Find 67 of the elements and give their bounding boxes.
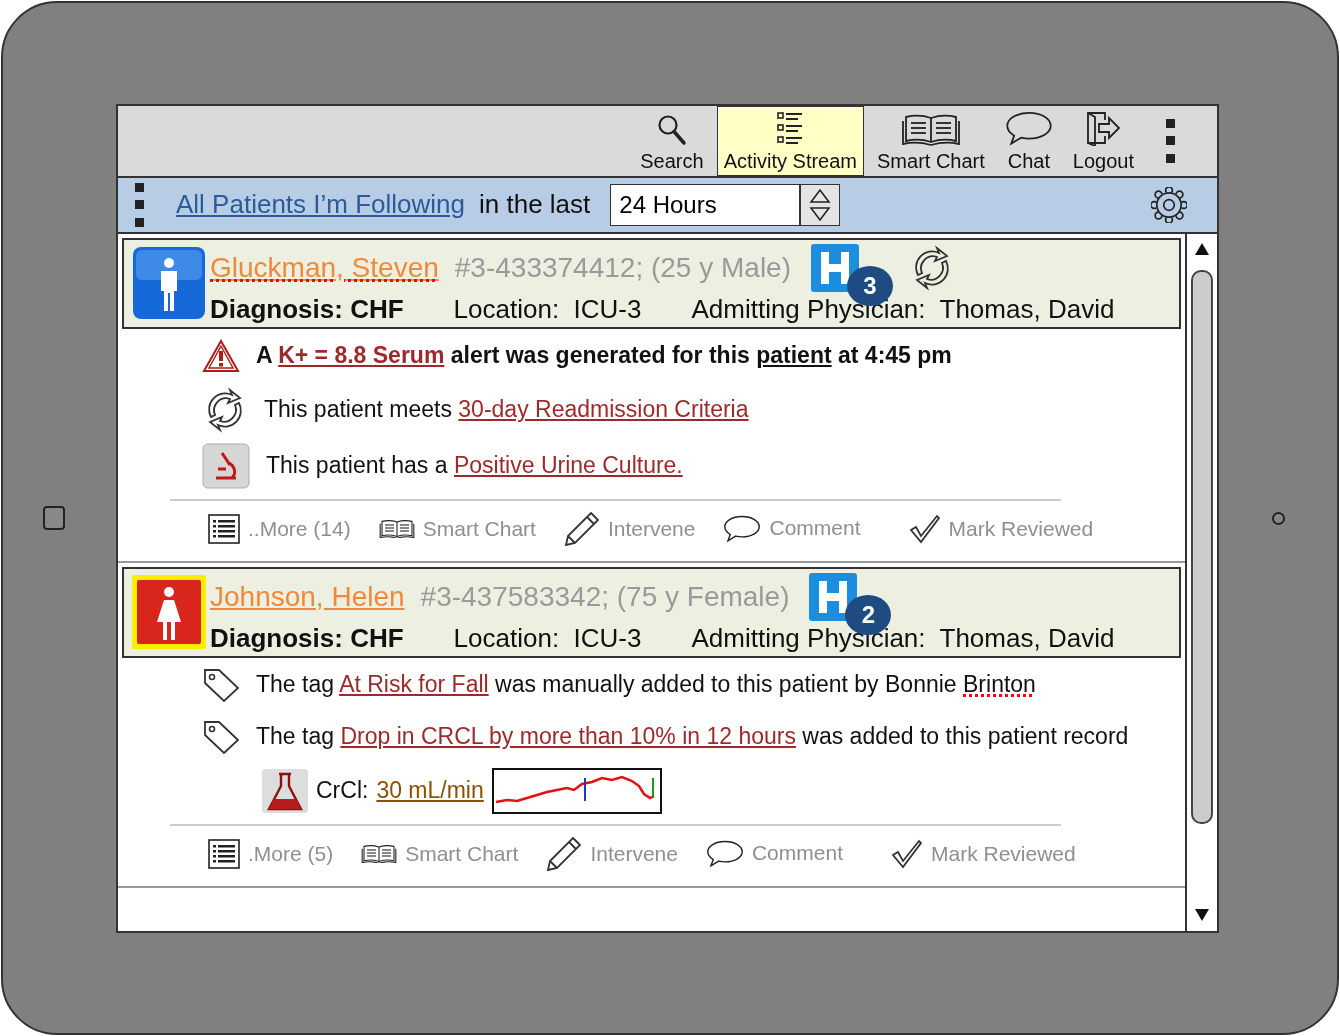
alert-icon (202, 338, 240, 373)
filter-label: in the last (479, 189, 591, 220)
event-message: This patient meets 30-day Readmission Criteria (264, 396, 749, 423)
speech-bubble-icon (705, 839, 744, 868)
diagnosis-text: Diagnosis: CHF (210, 622, 404, 654)
lab-value-link[interactable]: 30 mL/min (376, 777, 484, 804)
toolbar-tab[interactable]: Search (633, 105, 711, 176)
location-text: Location: ICU-3 (453, 293, 642, 325)
toolbar-tab[interactable]: Logout (1065, 105, 1141, 176)
tag-icon (202, 666, 240, 703)
event-message: This patient has a Positive Urine Culture. (266, 452, 683, 479)
lab-label: CrCl: (316, 777, 369, 804)
patient-name-link[interactable]: Johnson, Helen (210, 580, 405, 613)
action-button[interactable]: Comment (705, 839, 843, 868)
event-link[interactable]: K+ = 8.8 Serum (278, 342, 445, 368)
home-button[interactable] (42, 506, 65, 530)
hospital-icon (811, 243, 859, 292)
action-button[interactable]: Intervene (546, 835, 678, 872)
event-link[interactable]: Positive Urine Culture. (453, 452, 683, 478)
camera-dot (1271, 511, 1285, 525)
hospital-icon (809, 572, 858, 621)
flask-icon (262, 768, 308, 813)
list-icon (776, 109, 805, 146)
tag-icon (202, 718, 240, 755)
speech-bubble-icon (723, 514, 762, 543)
side-menu-icon[interactable] (134, 182, 146, 227)
action-button[interactable]: Mark Reviewed (891, 838, 1076, 869)
action-button[interactable]: Mark Reviewed (908, 513, 1094, 544)
book-icon (361, 843, 398, 864)
microscope-icon (202, 442, 250, 489)
settings-icon[interactable] (1151, 186, 1187, 223)
event-message: The tag At Risk for Fall was manually added to this patient by Bonnie Brinton (256, 671, 1036, 698)
action-button[interactable]: .More (5) (208, 838, 334, 869)
checkmark-icon (891, 838, 923, 869)
list-icon (208, 838, 240, 869)
pencil-icon (563, 510, 600, 547)
speech-bubble-icon (1004, 110, 1053, 146)
search-icon (656, 113, 687, 146)
event-message: The tag Drop in CRCL by more than 10% in 12 hours was added to this patient record (256, 723, 1129, 750)
scroll-thumb[interactable] (1191, 269, 1213, 824)
action-button[interactable]: ..More (14) (208, 513, 351, 544)
action-button[interactable]: Comment (723, 514, 861, 543)
event-link[interactable]: At Risk for Fall (339, 671, 489, 697)
book-icon (900, 112, 961, 146)
period-field[interactable]: 24 Hours (610, 183, 801, 226)
action-button[interactable]: Smart Chart (378, 516, 536, 541)
toolbar-tab[interactable]: Chat (997, 105, 1060, 176)
patient-name-link[interactable]: Gluckman, Steven (210, 251, 439, 284)
logout-icon (1085, 109, 1122, 146)
event-link[interactable]: 30-day Readmission Criteria (458, 396, 749, 422)
patient-record: #3-433374412; (25 y Male) (454, 251, 791, 284)
action-button[interactable]: Intervene (563, 510, 696, 547)
patients-filter-link[interactable]: All Patients I’m Following (176, 189, 465, 220)
spinner-icon[interactable] (800, 183, 841, 226)
action-button[interactable]: Smart Chart (361, 841, 519, 866)
patient-record: #3-437583342; (75 y Female) (420, 580, 790, 613)
list-icon (208, 513, 240, 544)
diagnosis-text: Diagnosis: CHF (210, 293, 404, 325)
book-icon (378, 518, 415, 539)
toolbar-tab[interactable]: Activity Stream (716, 105, 864, 176)
location-text: Location: ICU-3 (453, 622, 642, 654)
event-link[interactable]: Drop in CRCL by more than 10% in 12 hours (340, 723, 796, 749)
pencil-icon (546, 835, 583, 872)
toolbar-tab[interactable]: Smart Chart (870, 105, 992, 176)
overflow-menu-icon[interactable] (1165, 118, 1177, 163)
checkmark-icon (908, 513, 941, 544)
event-message: A K+ = 8.8 Serum alert was generated for this patient at 4:45 pm (256, 342, 952, 369)
